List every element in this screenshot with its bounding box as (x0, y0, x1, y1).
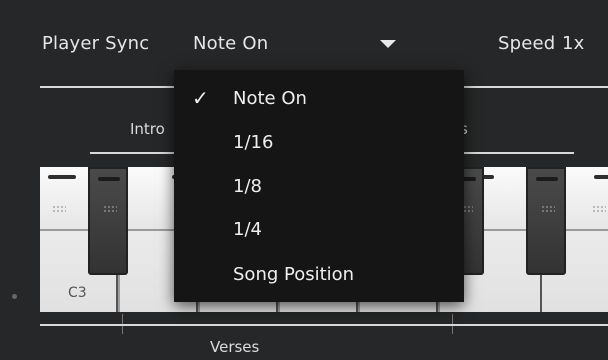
section-verses-label[interactable]: Verses (210, 338, 259, 356)
section-range-line (40, 324, 608, 326)
checkmark-icon: ✓ (192, 86, 209, 110)
menu-item-label: 1/16 (233, 132, 274, 153)
menu-item-1-16[interactable]: 1/16 (174, 122, 464, 162)
black-key[interactable] (526, 167, 566, 275)
section-intro-label[interactable]: Intro (130, 120, 165, 138)
player-sync-label: Player Sync (42, 33, 150, 54)
menu-item-label: Song Position (233, 264, 355, 285)
player-sync-select[interactable]: Note On (193, 33, 268, 54)
menu-item-label: Note On (233, 88, 307, 109)
menu-item-label: 1/8 (233, 176, 262, 197)
player-sync-dropdown-menu: ✓ Note On 1/16 1/8 1/4 Song Position (174, 70, 464, 302)
speed-value[interactable]: 1x (562, 33, 585, 54)
side-indicator (12, 294, 17, 299)
menu-item-1-4[interactable]: 1/4 (174, 209, 464, 249)
menu-item-note-on[interactable]: ✓ Note On (174, 78, 464, 118)
menu-item-label: 1/4 (233, 219, 262, 240)
menu-item-1-8[interactable]: 1/8 (174, 166, 464, 206)
black-key[interactable] (88, 167, 128, 275)
speed-label: Speed (498, 33, 556, 54)
menu-item-song-position[interactable]: Song Position (174, 254, 464, 294)
chevron-down-icon[interactable] (380, 40, 396, 48)
key-c3-label: C3 (68, 285, 87, 301)
